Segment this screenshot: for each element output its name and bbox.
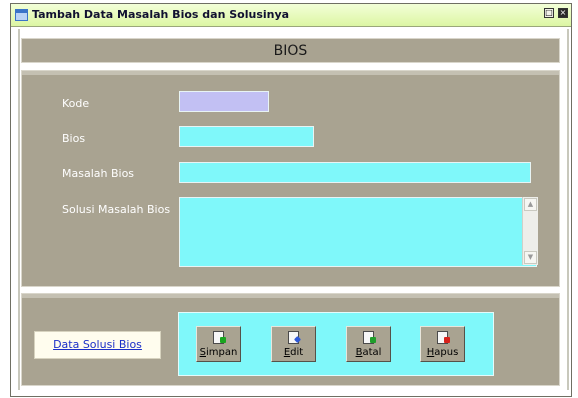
kode-label: Kode [62, 97, 90, 110]
form-window-icon [15, 9, 28, 21]
page-title: BIOS [273, 43, 308, 59]
batal-label: Batal [355, 347, 382, 358]
bios-field[interactable] [179, 126, 314, 147]
masalah-bios-label: Masalah Bios [62, 167, 135, 180]
hapus-label: Hapus [426, 347, 459, 358]
window-title: Tambah Data Masalah Bios dan Solusinya [32, 8, 290, 21]
simpan-button[interactable]: Simpan [196, 326, 241, 362]
scroll-down-icon[interactable]: ▼ [524, 251, 537, 264]
edit-label: Edit [283, 347, 304, 358]
kode-field[interactable] [179, 91, 269, 112]
masalah-bios-field[interactable] [179, 162, 531, 183]
delete-icon [437, 331, 450, 344]
simpan-label: Simpan [199, 347, 238, 358]
solusi-scrollbar[interactable]: ▲ ▼ [522, 197, 538, 265]
scroll-up-icon[interactable]: ▲ [524, 198, 537, 211]
data-solusi-bios-link[interactable]: Data Solusi Bios [53, 338, 142, 351]
restore-icon[interactable]: □ [544, 8, 554, 18]
button-panel: Data Solusi Bios Simpan Edit Batal Hapus [21, 293, 560, 386]
title-bar[interactable]: Tambah Data Masalah Bios dan Solusinya □… [11, 4, 571, 27]
solusi-masalah-bios-field[interactable] [179, 197, 537, 267]
solusi-masalah-bios-label: Solusi Masalah Bios [62, 203, 171, 216]
save-icon [213, 331, 226, 344]
cancel-icon [363, 331, 376, 344]
action-button-group: Simpan Edit Batal Hapus [178, 312, 494, 376]
edit-button[interactable]: Edit [271, 326, 316, 362]
edit-icon [288, 331, 299, 344]
data-solusi-bios-link-box[interactable]: Data Solusi Bios [34, 331, 161, 359]
hapus-button[interactable]: Hapus [420, 326, 465, 362]
close-icon[interactable]: × [558, 8, 568, 18]
form-panel: Kode Bios Masalah Bios Solusi Masalah Bi… [21, 70, 560, 287]
header-panel: BIOS [21, 38, 560, 63]
bios-label: Bios [62, 132, 86, 145]
batal-button[interactable]: Batal [346, 326, 391, 362]
